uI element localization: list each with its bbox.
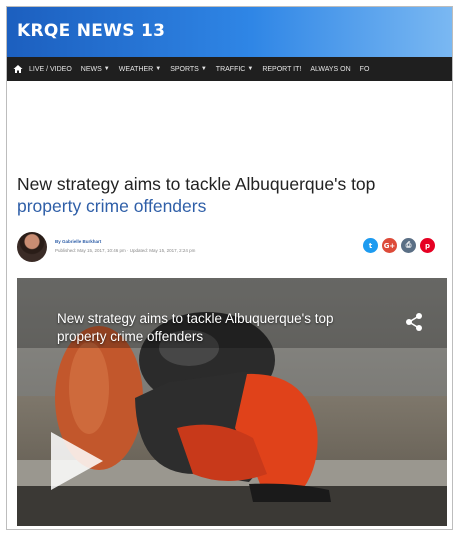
twitter-icon[interactable]: t: [363, 238, 378, 253]
headline-line-2: property crime offenders: [17, 196, 207, 216]
chevron-down-icon: ▼: [155, 66, 162, 72]
nav-item-sports[interactable]: SPORTS ▼: [170, 66, 207, 73]
home-icon[interactable]: [7, 57, 29, 81]
video-title: New strategy aims to tackle Albuquerque'…: [57, 311, 334, 344]
chevron-down-icon: ▼: [200, 66, 207, 72]
share-icon[interactable]: [405, 312, 423, 337]
author-avatar[interactable]: [17, 232, 47, 262]
nav-item-traffic[interactable]: TRAFFIC ▼: [216, 66, 254, 73]
video-player[interactable]: New strategy aims to tackle Albuquerque'…: [17, 278, 447, 526]
masthead: KRQE NEWS 13: [7, 7, 452, 57]
main-nav: LIVE / VIDEO NEWS ▼ WEATHER ▼ SPORTS ▼ TRAF…: [7, 57, 452, 81]
nav-item-live-video[interactable]: LIVE / VIDEO: [29, 66, 72, 73]
site-logo[interactable]: KRQE NEWS 13: [17, 21, 165, 41]
google-plus-icon[interactable]: G+: [382, 238, 397, 253]
article-headline: New strategy aims to tackle Albuquerque'…: [17, 173, 437, 217]
page-frame: KRQE NEWS 13 LIVE / VIDEO NEWS ▼ WEATHER ▼…: [6, 6, 453, 530]
nav-item-report-it[interactable]: REPORT IT!: [262, 66, 301, 73]
nav-item-news[interactable]: NEWS ▼: [81, 66, 110, 73]
play-icon[interactable]: [49, 430, 105, 497]
nav-item-more[interactable]: FO: [360, 66, 370, 73]
chevron-down-icon: ▼: [103, 66, 110, 72]
share-icons: t G+ ⎙ p: [359, 238, 435, 253]
byline: By Gabrielle Burkhart Published: May 15,…: [17, 232, 447, 262]
pinterest-icon[interactable]: p: [420, 238, 435, 253]
nav-item-always-on[interactable]: ALWAYS ON: [310, 66, 350, 73]
nav-item-weather[interactable]: WEATHER ▼: [119, 66, 161, 73]
publish-dates: Published: May 15, 2017, 10:46 pm · Upda…: [55, 248, 196, 253]
chevron-down-icon: ▼: [247, 66, 254, 72]
headline-line-1: New strategy aims to tackle Albuquerque'…: [17, 174, 376, 194]
print-icon[interactable]: ⎙: [401, 238, 416, 253]
author-name[interactable]: By Gabrielle Burkhart: [55, 239, 101, 244]
